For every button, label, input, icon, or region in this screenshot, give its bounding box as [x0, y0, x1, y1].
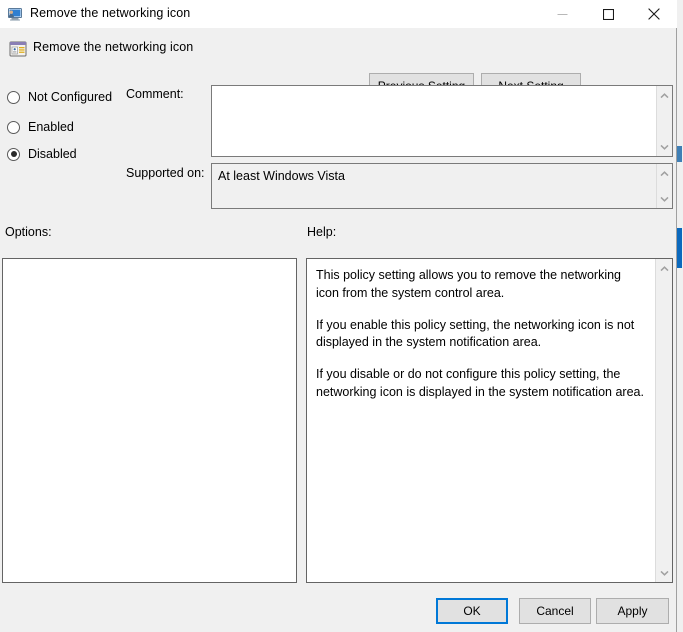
window-controls — [539, 0, 677, 28]
close-icon[interactable] — [631, 0, 677, 28]
options-label: Options: — [5, 225, 52, 239]
help-panel: This policy setting allows you to remove… — [306, 258, 673, 583]
help-paragraph: If you disable or do not configure this … — [316, 367, 644, 399]
title-bar: Remove the networking icon — [0, 0, 677, 28]
policy-setting-icon — [9, 40, 27, 58]
page-scrollbar-thumb[interactable] — [677, 228, 682, 268]
radio-mark-disabled — [7, 147, 20, 161]
supported-on-value: At least Windows Vista — [218, 169, 345, 183]
help-paragraph: This policy setting allows you to remove… — [316, 268, 622, 300]
radio-enabled[interactable]: Enabled — [7, 118, 74, 136]
radio-mark-enabled — [7, 120, 20, 134]
policy-setting-dialog: Remove the networking icon Remove the ne… — [0, 0, 677, 632]
monitor-user-icon — [7, 6, 23, 22]
scroll-down-icon[interactable] — [656, 566, 672, 579]
comment-input[interactable] — [212, 86, 656, 156]
page-scrollbar[interactable] — [677, 0, 683, 632]
radio-disabled[interactable]: Disabled — [7, 145, 77, 163]
ok-button[interactable]: OK — [436, 598, 508, 624]
minimize-icon[interactable] — [539, 0, 585, 28]
help-scrollbar[interactable] — [655, 259, 672, 582]
window-title: Remove the networking icon — [30, 6, 191, 20]
scroll-down-icon[interactable] — [657, 140, 673, 153]
radio-label-not-configured: Not Configured — [28, 90, 113, 104]
radio-label-disabled: Disabled — [28, 147, 77, 161]
supported-on-box: At least Windows Vista — [211, 163, 673, 209]
setting-title: Remove the networking icon — [33, 40, 194, 54]
help-paragraph: If you enable this policy setting, the n… — [316, 317, 635, 350]
page-scrollbar-marker — [677, 146, 682, 162]
radio-mark-not-configured — [7, 90, 20, 104]
supported-on-label: Supported on: — [126, 166, 205, 180]
comment-label: Comment: — [126, 87, 184, 101]
scroll-down-icon[interactable] — [657, 192, 673, 205]
scroll-up-icon[interactable] — [656, 262, 672, 275]
help-text: This policy setting allows you to remove… — [307, 259, 655, 582]
cancel-button[interactable]: Cancel — [519, 598, 591, 624]
comment-scrollbar[interactable] — [656, 86, 672, 156]
radio-label-enabled: Enabled — [28, 120, 74, 134]
scroll-up-icon[interactable] — [657, 167, 673, 180]
maximize-icon[interactable] — [585, 0, 631, 28]
scroll-up-icon[interactable] — [657, 89, 673, 102]
radio-not-configured[interactable]: Not Configured — [7, 88, 112, 106]
supported-on-scrollbar[interactable] — [656, 164, 672, 208]
setting-header: Remove the networking icon Previous Sett… — [0, 28, 677, 99]
comment-box — [211, 85, 673, 157]
apply-button[interactable]: Apply — [596, 598, 669, 624]
help-label: Help: — [307, 225, 337, 239]
options-panel[interactable] — [2, 258, 297, 583]
